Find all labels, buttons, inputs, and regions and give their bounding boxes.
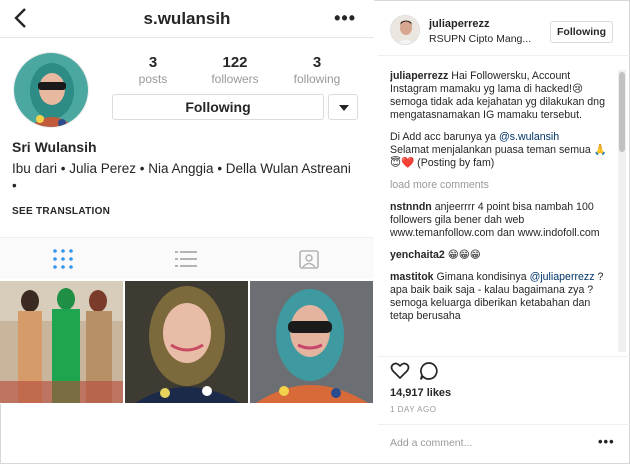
post-author[interactable]: juliaperrezz <box>429 18 490 30</box>
comment-username[interactable]: nstnndn <box>390 201 432 213</box>
caption-username[interactable]: juliaperrezz <box>390 70 448 82</box>
comment-text: Gimana kondisinya <box>433 271 530 283</box>
author-avatar[interactable] <box>390 15 420 45</box>
profile-username: s.wulansih <box>143 9 231 28</box>
following-count: 3 <box>312 54 322 71</box>
stat-following[interactable]: 3 following <box>282 54 352 86</box>
mention-link[interactable]: @juliaperrezz <box>530 271 595 283</box>
follow-author-button[interactable]: Following <box>550 21 613 43</box>
stat-posts[interactable]: 3 posts <box>118 54 188 86</box>
more-options-icon[interactable]: ••• <box>334 8 356 29</box>
profile-bio: Ibu dari • Julia Perez • Nia Anggia • De… <box>12 161 351 193</box>
grid-view-icon[interactable] <box>52 248 74 270</box>
stat-followers[interactable]: 122 followers <box>200 54 270 86</box>
profile-full-name: Sri Wulansih <box>12 139 97 155</box>
add-comment-input[interactable]: Add a comment... <box>390 437 472 449</box>
comment-item: yenchaita2 😁😁😁 <box>390 249 616 262</box>
comment-icon[interactable] <box>419 361 439 381</box>
comment-item: mastitok Gimana kondisinya @juliaperrezz… <box>390 271 616 323</box>
post-thumbnail[interactable] <box>125 281 248 403</box>
followers-count: 122 <box>222 54 248 71</box>
post-location[interactable]: RSUPN Cipto Mang... <box>429 33 549 45</box>
posts-label: posts <box>138 72 168 86</box>
following-button[interactable]: Following <box>112 94 324 120</box>
list-view-icon[interactable] <box>175 248 197 270</box>
comment-username[interactable]: mastitok <box>390 271 434 283</box>
following-label: following <box>293 72 341 86</box>
likes-count[interactable]: 14,917 likes <box>390 387 451 399</box>
profile-tabs <box>0 237 374 279</box>
caption-text: Di Add acc barunya ya <box>390 131 499 143</box>
caption-line: Di Add acc barunya ya @s.wulansih Selama… <box>390 131 616 170</box>
post-header: juliaperrezz RSUPN Cipto Mang... Followi… <box>378 0 630 56</box>
post-actions <box>378 356 630 386</box>
chevron-down-icon[interactable] <box>328 94 358 120</box>
mention-link[interactable]: @s.wulansih <box>499 131 559 143</box>
post-timestamp: 1 DAY AGO <box>390 405 437 414</box>
tagged-icon[interactable] <box>298 248 320 270</box>
comment-text: 😁😁😁 <box>444 249 481 261</box>
profile-avatar <box>13 52 89 128</box>
caption-text: Selamat menjalankan puasa teman semua 🙏😇… <box>390 144 607 169</box>
comment-username[interactable]: yenchaita2 <box>390 249 445 261</box>
post-thumbnail[interactable] <box>0 281 123 403</box>
heart-icon[interactable] <box>390 361 410 381</box>
more-options-icon[interactable]: ••• <box>598 434 615 449</box>
load-more-comments[interactable]: load more comments <box>390 179 616 192</box>
caption: juliaperrezz Hai Followersku, Account In… <box>390 70 616 122</box>
post-thumbnail[interactable] <box>250 281 373 403</box>
comments-list: juliaperrezz Hai Followersku, Account In… <box>390 70 616 353</box>
comment-item: nstnndn anjeerrrr 4 point bisa nambah 10… <box>390 201 616 240</box>
posts-count: 3 <box>148 54 158 71</box>
profile-header: s.wulansih ••• <box>0 0 374 38</box>
post-panel: juliaperrezz RSUPN Cipto Mang... Followi… <box>378 0 630 464</box>
see-translation-link[interactable]: SEE TRANSLATION <box>12 206 110 217</box>
followers-label: followers <box>211 72 259 86</box>
post-grid <box>0 281 374 403</box>
profile-panel: s.wulansih ••• 3 posts 122 followers 3 f… <box>0 0 374 404</box>
scrollbar-thumb[interactable] <box>619 72 625 152</box>
